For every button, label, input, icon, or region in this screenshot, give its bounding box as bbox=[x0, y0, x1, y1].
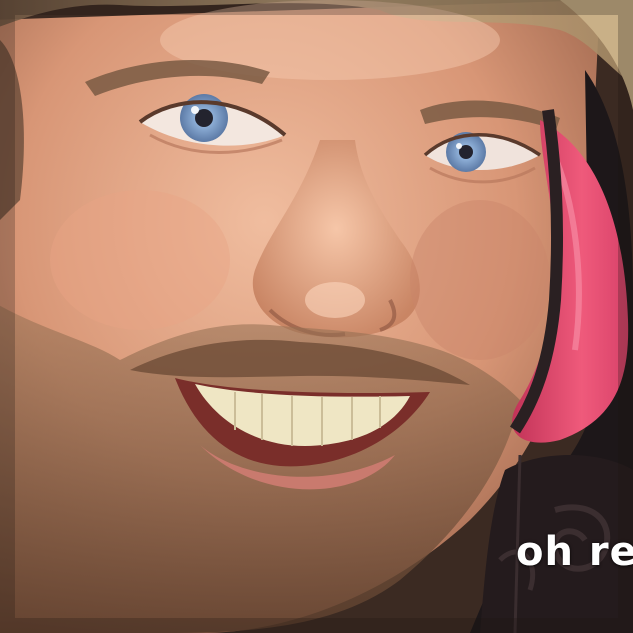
meme-frame: oh re bbox=[0, 0, 633, 633]
meme-caption: oh re bbox=[516, 529, 633, 575]
